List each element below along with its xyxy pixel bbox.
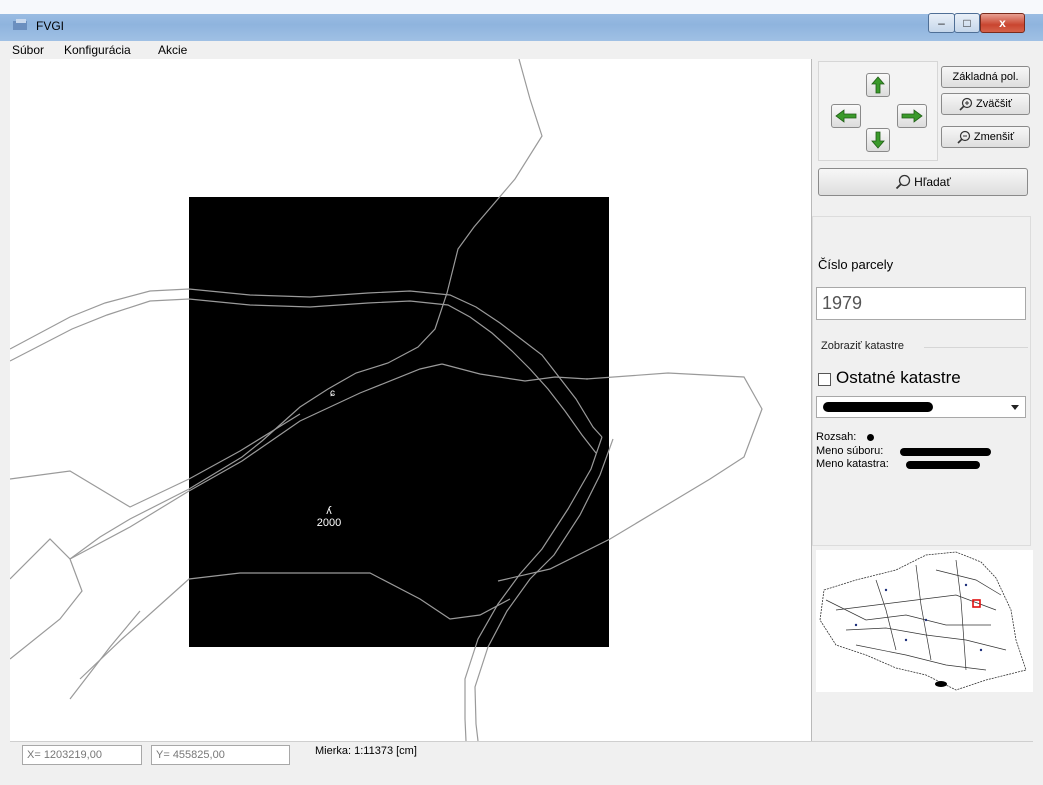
map-canvas[interactable]: ɕ ʎ 2000 ʎ 1999: [10, 59, 812, 741]
parcel-label-1999: ʎ 1999: [622, 467, 662, 491]
pan-down-button[interactable]: [866, 128, 890, 152]
parcel-2000-symbol: ʎ: [326, 505, 332, 517]
parcel-number-input[interactable]: 1979: [816, 287, 1026, 320]
close-icon: x: [999, 16, 1006, 30]
map-small-mark: ɕ: [330, 388, 335, 399]
maximize-icon: □: [963, 16, 971, 30]
redacted-cadastre-name: [906, 461, 980, 469]
pan-left-button[interactable]: [831, 104, 861, 128]
y-coordinate-field: Y= 455825,00: [151, 745, 290, 765]
zoom-in-label: Zväčšiť: [976, 98, 1012, 110]
other-cadastre-checkbox[interactable]: [818, 373, 831, 386]
redacted-select-value: [823, 402, 933, 412]
search-button[interactable]: Hľadať: [818, 168, 1028, 196]
scale-readout: Mierka: 1:11373 [cm]: [315, 745, 417, 757]
app-icon: [13, 19, 27, 30]
zoom-in-icon: [959, 97, 973, 111]
map-drawing: ɕ: [10, 59, 763, 741]
range-label: Rozsah:: [816, 431, 857, 443]
side-panel: Základná pol. Zväčšiť Zmenšiť Hľadať Čís…: [812, 59, 1033, 741]
other-cadastre-label[interactable]: Ostatné katastre: [836, 368, 961, 388]
cadastre-select[interactable]: [816, 396, 1026, 418]
menu-bar: Súbor Konfigurácia Akcie: [10, 41, 1033, 59]
arrow-right-icon: [901, 109, 923, 123]
parcel-2000-number: 2000: [316, 517, 342, 529]
minimize-button[interactable]: –: [928, 13, 955, 33]
cadastre-name-label: Meno katastra:: [816, 458, 889, 470]
x-coordinate-field: X= 1203219,00: [22, 745, 142, 765]
parcel-label-2000: ʎ 2000: [309, 505, 349, 529]
title-bar: FVGI – □ x: [0, 0, 1043, 41]
search-label: Hľadať: [914, 175, 951, 189]
base-position-label: Základná pol.: [952, 71, 1019, 83]
title-bar-top-strip: [0, 0, 1043, 14]
minimize-icon: –: [938, 16, 945, 30]
navigation-pad: [818, 61, 938, 161]
status-bar: X= 1203219,00 Y= 455825,00 Mierka: 1:113…: [10, 741, 1033, 785]
arrow-left-icon: [835, 109, 857, 123]
zoom-out-button[interactable]: Zmenšiť: [941, 126, 1030, 148]
file-name-label: Meno súboru:: [816, 445, 884, 457]
menu-akcie[interactable]: Akcie: [158, 43, 187, 57]
parcel-number-heading: Číslo parcely: [818, 257, 894, 272]
redacted-file-name: [900, 448, 991, 456]
search-icon: [896, 174, 911, 190]
zoom-out-icon: [957, 130, 971, 144]
parcel-1999-number: 1999: [629, 479, 655, 491]
show-cadastre-group-title: Zobraziť katastre: [821, 340, 904, 352]
map-selection-area: [189, 197, 609, 647]
menu-konfiguracia[interactable]: Konfigurácia: [64, 43, 131, 57]
arrow-up-icon: [871, 76, 885, 94]
parcel-1999-symbol: ʎ: [639, 467, 645, 479]
redacted-range: [867, 434, 874, 441]
pan-right-button[interactable]: [897, 104, 927, 128]
group-divider: [924, 347, 1028, 348]
zoom-in-button[interactable]: Zväčšiť: [941, 93, 1030, 115]
zoom-out-label: Zmenšiť: [973, 131, 1015, 143]
chevron-down-icon: [1011, 405, 1019, 410]
minimap-drawing: [819, 551, 1027, 691]
menu-subor[interactable]: Súbor: [12, 43, 44, 57]
parcel-southwest: [10, 538, 83, 660]
maximize-button[interactable]: □: [954, 13, 980, 33]
close-button[interactable]: x: [980, 13, 1025, 33]
overview-minimap[interactable]: [816, 550, 1033, 692]
window-title: FVGI: [36, 19, 65, 33]
arrow-down-icon: [871, 131, 885, 149]
pan-up-button[interactable]: [866, 73, 890, 97]
base-position-button[interactable]: Základná pol.: [941, 66, 1030, 88]
